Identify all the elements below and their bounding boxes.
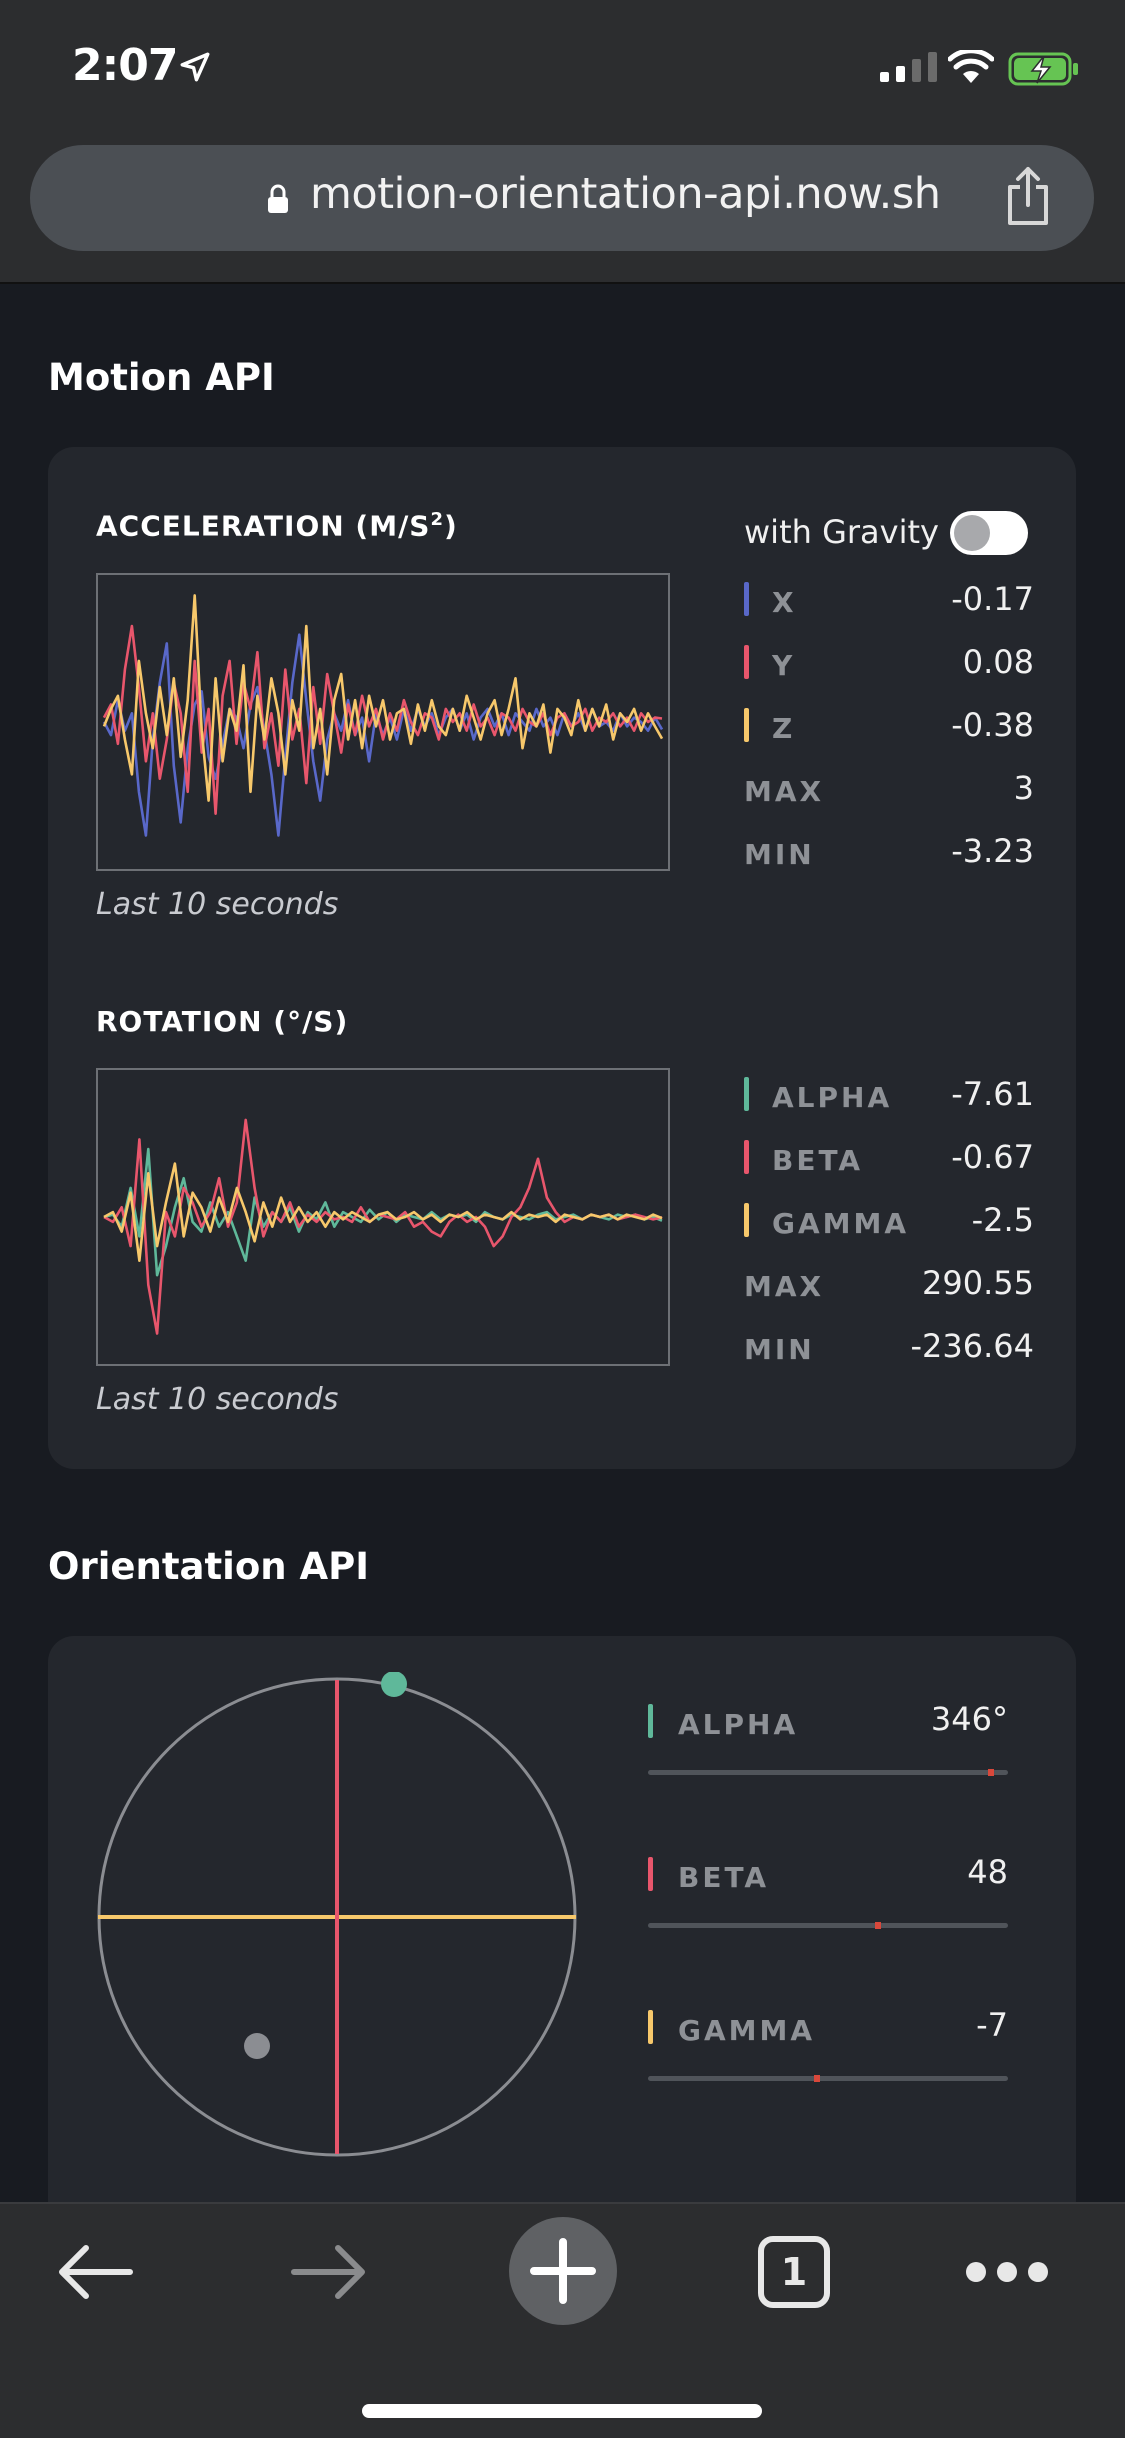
- browser-toolbar: 1: [0, 2202, 1125, 2438]
- rot-min-value: -236.64: [910, 1327, 1034, 1365]
- ori-beta-track: [648, 1922, 1008, 1929]
- ori-alpha-track: [648, 1769, 1008, 1776]
- rot-max-label: MAX: [744, 1270, 825, 1303]
- motion-card: ACCELERATION (M/S2) Last 10 seconds with…: [48, 447, 1076, 1469]
- rot-gamma-value: -2.5: [971, 1201, 1034, 1239]
- rot-min-label: MIN: [744, 1333, 815, 1366]
- rot-alpha-label: ALPHA: [772, 1081, 893, 1114]
- acceleration-caption: Last 10 seconds: [96, 887, 339, 922]
- series-line-gamma: [103, 1162, 663, 1262]
- rot-alpha-value: -7.61: [951, 1075, 1034, 1113]
- location-arrow-icon: [180, 52, 210, 82]
- ori-alpha-value: 346°: [930, 1700, 1008, 1738]
- ori-beta-color-bar: [648, 1857, 653, 1891]
- new-tab-plus-icon[interactable]: [508, 2216, 618, 2326]
- ori-gamma-label: GAMMA: [678, 2014, 816, 2047]
- ori-gamma-track: [648, 2075, 1008, 2082]
- ori-gamma-color-bar: [648, 2010, 653, 2044]
- ori-alpha-label: ALPHA: [678, 1708, 799, 1741]
- more-options-icon[interactable]: [964, 2258, 1050, 2286]
- accel-y-label: Y: [772, 649, 796, 682]
- series-line-y: [102, 624, 663, 815]
- ori-beta-marker: [874, 1922, 881, 1929]
- accel-x-color-bar: [744, 582, 749, 616]
- rot-legend-gamma: GAMMA -2.5: [744, 1201, 1034, 1241]
- orientation-card: ALPHA 346° BETA 48 GAMMA -7: [48, 1636, 1076, 2226]
- ori-alpha-color-bar: [648, 1704, 653, 1738]
- accel-x-value: -0.17: [951, 580, 1034, 618]
- accel-max-row: MAX 3: [744, 769, 1034, 809]
- accel-min-value: -3.23: [951, 832, 1034, 870]
- rot-gamma-label: GAMMA: [772, 1207, 910, 1240]
- acceleration-label-text: ACCELERATION (M/S: [96, 509, 431, 543]
- status-time: 2:07: [72, 40, 178, 91]
- gyro-alpha-dot: [381, 1672, 407, 1697]
- accel-max-label: MAX: [744, 775, 825, 808]
- cellular-signal-icon: [880, 52, 937, 82]
- gyro-position-dot: [244, 2033, 270, 2059]
- url-text: motion-orientation-api.now.sh: [310, 169, 941, 219]
- ori-gamma-value: -7: [976, 2006, 1008, 2044]
- wifi-icon: [948, 50, 994, 83]
- gravity-toggle-label: with Gravity: [744, 513, 939, 551]
- accel-z-color-bar: [744, 708, 749, 742]
- gravity-toggle-knob[interactable]: [954, 515, 990, 551]
- browser-chrome: 2:07 motion-orientation-api.now.sh: [0, 0, 1125, 284]
- accel-z-label: Z: [772, 712, 796, 745]
- orientation-gyro-diagram: [97, 1672, 577, 2157]
- acceleration-chart: [96, 573, 670, 871]
- battery-charging-icon: [1008, 52, 1078, 86]
- rot-max-row: MAX 290.55: [744, 1264, 1034, 1304]
- rotation-caption: Last 10 seconds: [96, 1382, 339, 1417]
- motion-section-title: Motion API: [48, 356, 275, 399]
- accel-legend-x: X -0.17: [744, 580, 1034, 620]
- accel-min-label: MIN: [744, 838, 815, 871]
- ori-alpha-marker: [987, 1769, 994, 1776]
- tab-count: 1: [780, 2250, 808, 2294]
- accel-x-label: X: [772, 586, 797, 619]
- rotation-chart-svg: [103, 1118, 663, 1335]
- ori-gamma-marker: [814, 2075, 821, 2082]
- accel-max-value: 3: [1013, 769, 1034, 807]
- ori-beta-label: BETA: [678, 1861, 770, 1894]
- rot-legend-beta: BETA -0.67: [744, 1138, 1034, 1178]
- accel-z-value: -0.38: [951, 706, 1034, 744]
- rot-beta-value: -0.67: [951, 1138, 1034, 1176]
- lock-icon: [268, 184, 288, 213]
- accel-y-color-bar: [744, 645, 749, 679]
- back-arrow-icon[interactable]: [56, 2240, 136, 2304]
- share-icon[interactable]: [998, 165, 1058, 229]
- rot-gamma-color-bar: [744, 1203, 749, 1237]
- rot-alpha-color-bar: [744, 1077, 749, 1111]
- rot-min-row: MIN -236.64: [744, 1327, 1034, 1367]
- home-indicator: [362, 2404, 762, 2418]
- gravity-toggle[interactable]: [950, 511, 1028, 555]
- forward-arrow-icon[interactable]: [288, 2240, 368, 2304]
- acceleration-chart-svg: [102, 594, 664, 837]
- accel-y-value: 0.08: [962, 643, 1034, 681]
- rot-legend-alpha: ALPHA -7.61: [744, 1075, 1034, 1115]
- tabs-button[interactable]: 1: [758, 2236, 830, 2308]
- rotation-label: ROTATION (°/S): [96, 1005, 349, 1038]
- accel-min-row: MIN -3.23: [744, 832, 1034, 872]
- series-line-beta: [103, 1118, 663, 1335]
- orientation-section-title: Orientation API: [48, 1545, 370, 1588]
- accel-legend-y: Y 0.08: [744, 643, 1034, 683]
- ori-beta-value: 48: [967, 1853, 1008, 1891]
- address-bar[interactable]: motion-orientation-api.now.sh: [30, 145, 1094, 251]
- acceleration-label-end: ): [444, 509, 458, 543]
- rot-beta-label: BETA: [772, 1144, 864, 1177]
- acceleration-label: ACCELERATION (M/S2): [96, 509, 458, 542]
- rot-max-value: 290.55: [922, 1264, 1034, 1302]
- accel-legend-z: Z -0.38: [744, 706, 1034, 746]
- acceleration-label-sup: 2: [430, 509, 445, 530]
- rot-beta-color-bar: [744, 1140, 749, 1174]
- rotation-chart: [96, 1068, 670, 1366]
